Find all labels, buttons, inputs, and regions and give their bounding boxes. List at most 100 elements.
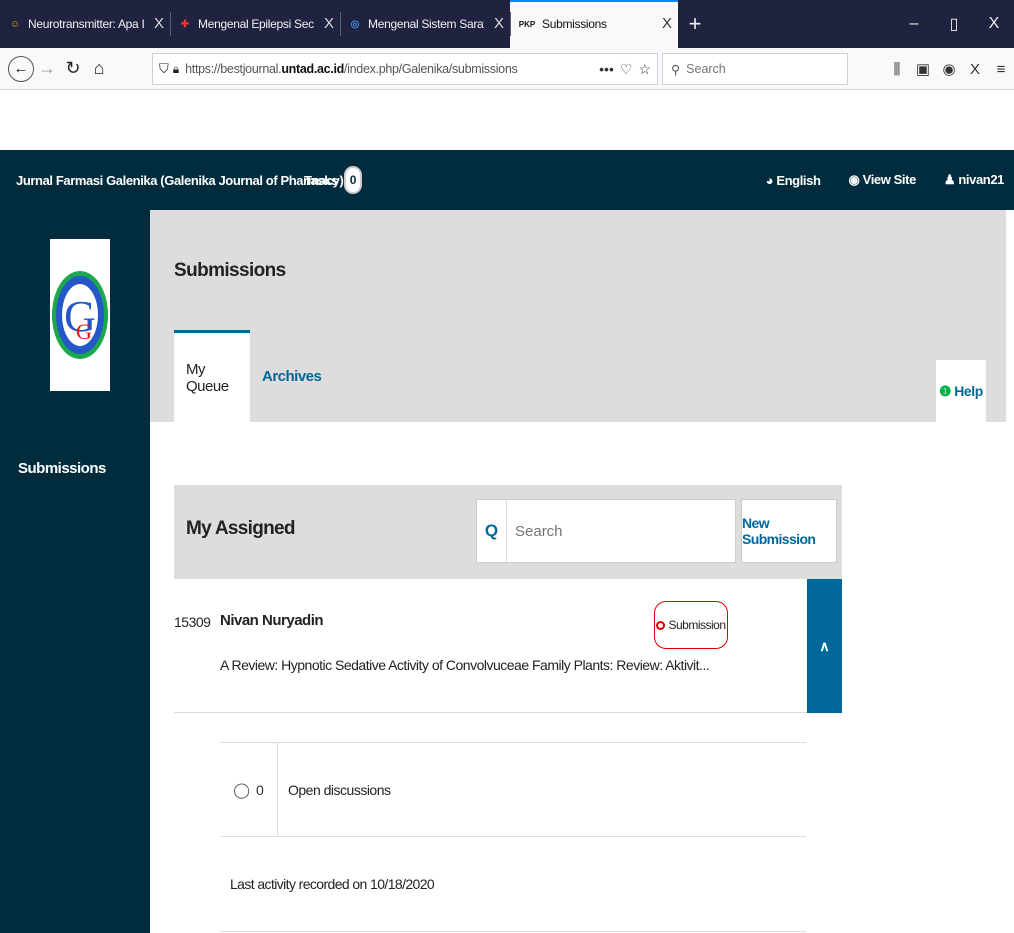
submission-author: Nivan Nuryadin bbox=[220, 612, 324, 629]
my-assigned-panel: My Assigned Q New Submission 15309 Nivan… bbox=[174, 485, 842, 713]
browser-tab-3[interactable]: ◎ Mengenal Sistem Saraf Manusi X bbox=[340, 0, 510, 48]
person-icon: ☺ bbox=[9, 18, 21, 30]
minimize-button[interactable]: – bbox=[894, 15, 934, 33]
new-submission-button[interactable]: New Submission bbox=[741, 499, 837, 563]
tab-close-icon[interactable]: X bbox=[494, 15, 504, 32]
submission-details: ◯ 0 Open discussions Last activity recor… bbox=[220, 742, 806, 932]
page-header: Submissions My Queue Archives ❶ Help bbox=[150, 210, 1006, 422]
browser-search-bar[interactable]: ⚲ bbox=[662, 53, 848, 85]
expand-row-button[interactable]: ∧ bbox=[807, 579, 842, 713]
browser-right-tools: ⫼ ▣ ◉ X ≡ bbox=[884, 54, 1014, 84]
new-tab-button[interactable]: + bbox=[678, 0, 712, 48]
tasks-count-badge: 0 bbox=[343, 166, 362, 194]
forward-button[interactable]: → bbox=[34, 54, 60, 84]
header-right: ◕ English ◉ View Site ♟ nivan21 bbox=[766, 172, 1005, 188]
brain-icon: ◎ bbox=[350, 18, 360, 30]
reload-icon: ↻ bbox=[65, 58, 81, 78]
url-domain: untad.ac.id bbox=[281, 62, 344, 76]
tab-close-icon[interactable]: X bbox=[324, 15, 334, 32]
pkp-icon: PKP bbox=[518, 19, 536, 29]
arrow-left-icon: ← bbox=[13, 60, 29, 77]
queue-tabs: My Queue Archives bbox=[174, 330, 333, 422]
browser-tab-active[interactable]: PKP Submissions X bbox=[510, 0, 678, 48]
url-suffix: /index.php/Galenika/submissions bbox=[344, 62, 518, 76]
stage-dot-icon bbox=[656, 620, 666, 630]
eye-icon: ◉ bbox=[848, 172, 863, 187]
submission-title: A Review: Hypnotic Sedative Activity of … bbox=[220, 657, 710, 673]
discussion-count-value: 0 bbox=[256, 781, 264, 798]
url-actions: ••• ♡ ☆ bbox=[599, 61, 651, 78]
chevron-up-icon: ∧ bbox=[819, 637, 830, 654]
page-gap bbox=[0, 90, 1014, 150]
language-label: English bbox=[776, 172, 821, 188]
browser-tab-strip: ☺ Neurotransmitter: Apa Itu Mer X ✚ Meng… bbox=[0, 0, 1014, 48]
table-row[interactable]: 15309 Nivan Nuryadin A Review: Hypnotic … bbox=[174, 579, 842, 713]
pocket-icon[interactable]: ♡ bbox=[620, 61, 633, 78]
tab-title: Mengenal Sistem Saraf Manusi bbox=[368, 17, 484, 31]
sidebar-icon[interactable]: ▣ bbox=[910, 60, 936, 78]
browser-tab-2[interactable]: ✚ Mengenal Epilepsi Secara Tepat X bbox=[170, 0, 340, 48]
svg-text:G: G bbox=[76, 319, 92, 344]
search-icon: ⚲ bbox=[671, 62, 681, 77]
search-icon: Q bbox=[477, 500, 507, 562]
discussions-row: ◯ 0 Open discussions bbox=[220, 742, 806, 837]
last-activity: Last activity recorded on 10/18/2020 bbox=[220, 836, 806, 932]
user-name: nivan21 bbox=[958, 172, 1004, 187]
close-window-button[interactable]: X bbox=[974, 15, 1014, 33]
tab-my-queue[interactable]: My Queue bbox=[174, 330, 250, 422]
submission-id: 15309 bbox=[174, 614, 211, 630]
tab-title: Submissions bbox=[542, 17, 607, 31]
browser-search-input[interactable] bbox=[686, 62, 827, 76]
arrow-right-icon: → bbox=[38, 58, 56, 78]
journal-logo[interactable]: G G bbox=[50, 239, 110, 391]
discussions-label: Open discussions bbox=[288, 781, 391, 798]
lock-icon: 🔒︎ bbox=[172, 61, 180, 76]
comment-bubble-icon: ◯ bbox=[233, 781, 250, 799]
menu-icon[interactable]: ≡ bbox=[988, 61, 1014, 78]
url-bar[interactable]: ⛉ 🔒︎ https://bestjournal.untad.ac.id/ind… bbox=[152, 53, 658, 85]
home-icon: ⌂ bbox=[93, 58, 105, 78]
tab-archives[interactable]: Archives bbox=[250, 330, 333, 422]
language-link[interactable]: ◕ English bbox=[766, 173, 821, 188]
view-site-link[interactable]: ◉ View Site bbox=[848, 172, 917, 188]
discussion-count: ◯ 0 bbox=[220, 742, 278, 837]
back-button[interactable]: ← bbox=[8, 55, 34, 82]
view-site-label: View Site bbox=[862, 172, 917, 187]
bookmark-star-icon[interactable]: ☆ bbox=[638, 61, 651, 78]
shield-icon: ⛉ bbox=[159, 61, 169, 76]
account-icon[interactable]: ◉ bbox=[936, 60, 962, 78]
galenika-logo-image: G G bbox=[52, 271, 108, 359]
tab-title: Neurotransmitter: Apa Itu Mer bbox=[28, 17, 144, 31]
tab-close-icon[interactable]: X bbox=[662, 15, 672, 32]
user-menu[interactable]: ♟ nivan21 bbox=[944, 172, 1004, 188]
url-prefix: https://bestjournal. bbox=[185, 62, 282, 76]
tasks-button[interactable]: Tasks 0 bbox=[304, 166, 362, 194]
url-text: https://bestjournal.untad.ac.id/index.ph… bbox=[185, 62, 599, 76]
sidebar: G G Submissions bbox=[0, 210, 150, 933]
stage-badge[interactable]: Submission bbox=[654, 601, 728, 649]
reload-button[interactable]: ↻ bbox=[60, 54, 86, 84]
help-label: Help bbox=[954, 383, 983, 399]
library-icon[interactable]: ⫼ bbox=[884, 61, 910, 78]
tab-title: Mengenal Epilepsi Secara Tepat bbox=[198, 17, 314, 31]
more-icon[interactable]: ••• bbox=[599, 61, 614, 78]
panel-title: My Assigned bbox=[186, 518, 295, 539]
tasks-label: Tasks bbox=[304, 172, 338, 188]
tab-close-icon[interactable]: X bbox=[154, 15, 164, 32]
stage-label: Submission bbox=[668, 618, 726, 632]
search-input[interactable] bbox=[507, 522, 727, 540]
info-icon: ❶ bbox=[939, 382, 952, 399]
help-button[interactable]: ❶ Help bbox=[936, 360, 986, 422]
globe-icon: ◕ bbox=[765, 172, 777, 188]
browser-tab-1[interactable]: ☺ Neurotransmitter: Apa Itu Mer X bbox=[0, 0, 170, 48]
extension-icon[interactable]: X bbox=[962, 61, 988, 78]
app-header: Jurnal Farmasi Galenika (Galenika Journa… bbox=[0, 150, 1014, 210]
panel-header: My Assigned Q New Submission bbox=[174, 485, 842, 579]
medical-icon: ✚ bbox=[180, 18, 190, 30]
user-icon: ♟ bbox=[943, 172, 959, 187]
maximize-button[interactable]: ▯ bbox=[934, 14, 974, 34]
sidebar-item-submissions[interactable]: Submissions bbox=[18, 460, 106, 477]
browser-toolbar: ← → ↻ ⌂ ⛉ 🔒︎ https://bestjournal.untad.a… bbox=[0, 48, 1014, 90]
submission-search[interactable]: Q bbox=[476, 499, 736, 563]
home-button[interactable]: ⌂ bbox=[86, 54, 112, 84]
